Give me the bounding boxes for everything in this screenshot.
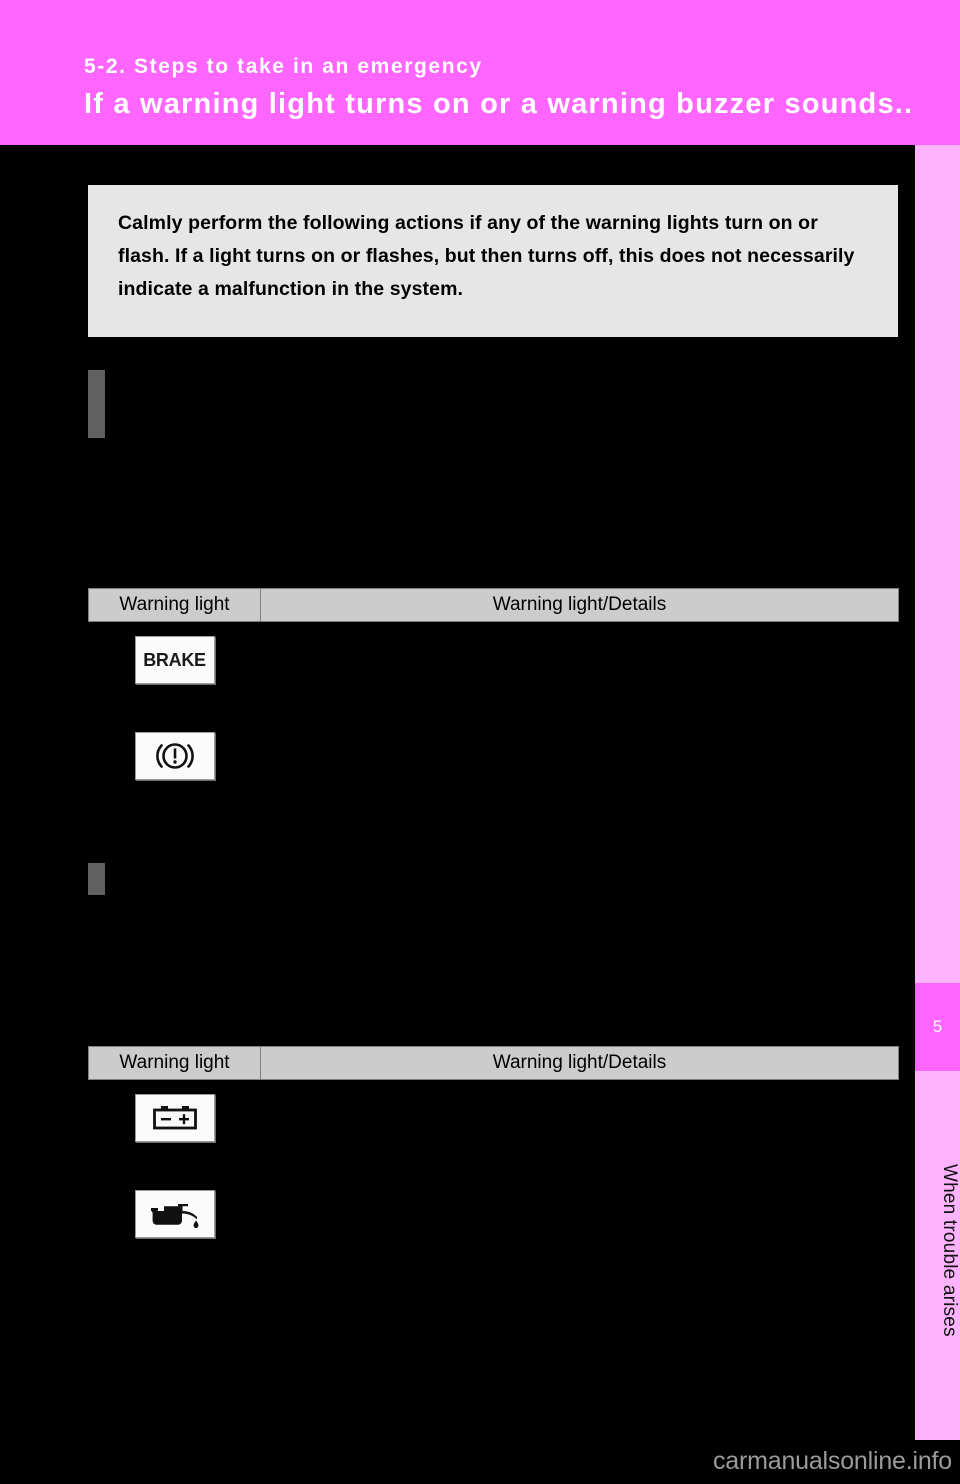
header-text-container: 5-2. Steps to take in an emergency If a …	[84, 0, 921, 145]
notice-callout-box: Calmly perform the following actions if …	[88, 185, 898, 337]
table-1-row-1-details	[260, 621, 899, 718]
sidebar-chapter-strip: 5 When trouble arises	[915, 145, 960, 1440]
table-2-head: Warning light Warning light/Details	[88, 1046, 899, 1080]
table-2-row-2-details	[260, 1176, 899, 1272]
table-2-row-1-details	[260, 1079, 899, 1176]
table-2-body	[88, 1079, 899, 1272]
section-marker-1	[88, 370, 105, 438]
manual-page: 5-2. Steps to take in an emergency If a …	[0, 0, 960, 1484]
page-content: Calmly perform the following actions if …	[0, 145, 915, 1484]
chapter-number: 5	[932, 1017, 943, 1036]
table-1-row-2-icon-cell	[88, 718, 261, 814]
table-2-header-row: Warning light Warning light/Details	[88, 1046, 899, 1080]
brake-text-icon: BRAKE	[134, 636, 215, 684]
table-1-body: BRAKE	[88, 621, 899, 814]
watermark: carmanualsonline.info	[712, 1447, 952, 1475]
chapter-title-vertical: When trouble arises	[939, 1163, 960, 1337]
notice-text: Calmly perform the following actions if …	[118, 212, 855, 300]
brake-icon-label: BRAKE	[143, 649, 206, 670]
sidebar-header-fill	[915, 0, 960, 145]
battery-charging-icon	[134, 1094, 215, 1142]
table-1-header-warning-light: Warning light	[88, 588, 261, 622]
table-1-row-1-icon-cell: BRAKE	[88, 621, 261, 718]
table-1-header-row: Warning light Warning light/Details	[88, 588, 899, 622]
table-2-row-2-icon-cell	[88, 1176, 261, 1272]
breadcrumb-section-label: 5-2. Steps to take in an emergency	[84, 55, 483, 78]
page-title: If a warning light turns on or a warning…	[84, 88, 923, 120]
table-row	[88, 1079, 899, 1176]
warning-light-table-2: Warning light Warning light/Details	[88, 1046, 899, 1272]
table-2-header-details: Warning light/Details	[260, 1046, 899, 1080]
table-1-row-2-details	[260, 718, 899, 814]
section-marker-2	[88, 863, 105, 895]
oil-pressure-icon	[134, 1190, 215, 1238]
table-2-header-warning-light: Warning light	[88, 1046, 261, 1080]
table-1-head: Warning light Warning light/Details	[88, 588, 899, 622]
page-header-band: 5-2. Steps to take in an emergency If a …	[0, 0, 921, 145]
table-row: BRAKE	[88, 621, 899, 718]
table-row	[88, 1176, 899, 1272]
right-sidebar: 5 When trouble arises	[915, 0, 960, 1484]
table-1-header-details: Warning light/Details	[260, 588, 899, 622]
table-row	[88, 718, 899, 814]
table-2-row-1-icon-cell	[88, 1079, 261, 1176]
chapter-tab: 5	[915, 983, 960, 1071]
brake-system-warning-icon	[134, 732, 215, 780]
warning-light-table-1: Warning light Warning light/Details BRAK…	[88, 588, 899, 814]
